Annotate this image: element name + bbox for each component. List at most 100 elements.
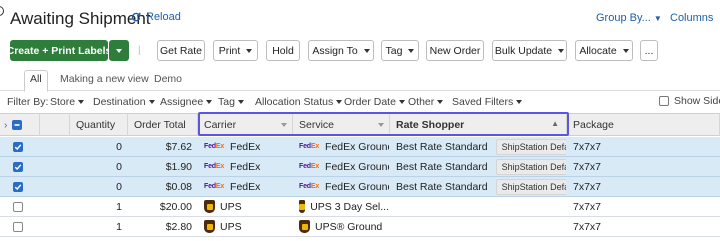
filter-tag[interactable]: Tag [218,96,244,108]
fedex-logo-icon: FedEx [204,183,225,190]
service-cell[interactable]: FedEx FedEx Ground... [299,137,389,156]
filter-destination[interactable]: Destination [93,96,155,108]
fedex-logo-icon: FedEx [204,163,225,170]
header-package[interactable]: Package [567,114,720,136]
header-carrier[interactable]: Carrier [198,114,293,136]
create-print-labels-button[interactable]: Create + Print Labels [7,40,111,61]
shipstation-default-badge: ShipStation Default [495,158,566,175]
filter-store[interactable]: Store [50,96,85,108]
get-rate-button[interactable]: Get Rate [157,40,205,61]
table-row[interactable]: 0 $7.62 FedEx FedEx FedEx FedEx Ground... Best… [0,137,720,157]
new-order-button[interactable]: New Order [426,40,484,61]
group-by-label: Group By... [596,12,651,24]
header-service[interactable]: Service [293,114,390,136]
column-menu-icon[interactable] [281,123,287,127]
header-spacer [40,114,70,136]
header-select-cell: › [0,114,40,136]
rate-shopper-cell[interactable] [396,217,566,236]
carrier-label: FedEx [230,140,261,153]
ups-logo-icon [204,200,215,213]
reload-button[interactable]: Reload [131,11,181,23]
filter-allocation-status-label: Allocation Status [255,96,334,108]
select-all-checkbox[interactable] [12,120,23,130]
fedex-logo-icon: FedEx [299,143,320,150]
order-total-cell: $20.00 [159,200,192,213]
fedex-logo-icon: FedEx [204,143,225,150]
action-toolbar: Create + Print Labels | Get Rate Print H… [0,40,720,64]
assign-to-button[interactable]: Assign To [308,40,374,61]
table-row[interactable]: 0 $1.90 FedEx FedEx FedEx FedEx Ground... Best… [0,157,720,177]
chevron-down-icon: ▼ [653,14,662,23]
tab-making-a-new-view[interactable]: Making a new view [60,73,149,85]
filter-order-date-label: Order Date [344,96,396,108]
rate-shopper-label: Best Rate Standard [396,180,488,193]
service-cell[interactable]: FedEx FedEx Ground... [299,157,389,176]
row-checkbox[interactable] [13,161,23,172]
column-menu-icon[interactable] [378,123,384,127]
page-header: Awaiting Shipment Reload Group By... ▼ C… [0,0,720,38]
rate-shopper-cell[interactable]: Best Rate Standard ShipStation Default [396,137,566,156]
create-print-labels-dropdown[interactable] [109,40,129,61]
tab-all[interactable]: All [30,73,42,85]
rate-shopper-cell[interactable]: Best Rate Standard ShipStation Default [396,157,566,176]
header-quantity-label: Quantity [76,119,116,131]
quantity-cell: 1 [116,220,122,233]
tab-demo[interactable]: Demo [154,73,182,85]
carrier-cell: FedEx FedEx [204,157,292,176]
service-cell[interactable]: UPS® Ground [299,217,389,236]
chevron-down-icon [206,100,213,104]
table-row[interactable]: 1 $2.80 UPS UPS® Ground 7x7x7 [0,217,720,237]
chevron-down-icon [237,100,244,104]
service-cell[interactable]: UPS 3 Day Sel... [299,197,389,216]
order-total-cell: $0.08 [165,180,192,193]
service-label: FedEx Ground... [325,180,389,193]
carrier-label: FedEx [230,180,261,193]
rate-shopper-cell[interactable]: Best Rate Standard ShipStation Default [396,177,566,196]
hold-button[interactable]: Hold [266,40,300,61]
filter-other-label: Other [408,96,435,108]
print-button[interactable]: Print [213,40,258,61]
show-sidebar-toggle[interactable]: Show Sidebar [659,95,720,107]
show-sidebar-checkbox[interactable] [659,96,669,106]
fedex-logo-icon: FedEx [299,163,320,170]
package-cell: 7x7x7 [573,140,602,153]
filter-assignee[interactable]: Assignee [160,96,213,108]
filter-allocation-status[interactable]: Allocation Status [255,96,343,108]
filter-assignee-label: Assignee [160,96,204,108]
chevron-down-icon [622,48,629,53]
carrier-label: UPS [220,220,242,233]
service-cell[interactable]: FedEx FedEx Ground... [299,177,389,196]
expand-chevron-icon[interactable]: › [4,120,7,131]
header-order-total[interactable]: Order Total [128,114,198,136]
columns-button[interactable]: Columns [670,12,713,24]
row-checkbox-cell [13,137,25,156]
reload-icon [131,12,141,22]
view-tabs: All Making a new view Demo [0,70,720,92]
rate-shopper-cell[interactable] [396,197,566,216]
chevron-down-icon [246,48,253,53]
row-checkbox[interactable] [13,221,23,232]
table-row[interactable]: 0 $0.08 FedEx FedEx FedEx FedEx Ground... Best… [0,177,720,197]
header-rate-shopper[interactable]: Rate Shopper ▲ [390,114,567,136]
group-by-dropdown[interactable]: Group By... ▼ [596,12,662,24]
chevron-down-icon [78,100,85,104]
bulk-update-button[interactable]: Bulk Update [492,40,567,61]
row-checkbox[interactable] [13,181,23,192]
allocate-button[interactable]: Allocate [575,40,633,61]
filter-saved-filters[interactable]: Saved Filters [452,96,523,108]
filter-other[interactable]: Other [408,96,444,108]
quantity-cell: 0 [116,160,122,173]
service-label: UPS® Ground [315,220,383,233]
row-checkbox[interactable] [13,141,23,152]
toolbar-separator: | [138,45,141,56]
filter-tag-label: Tag [218,96,235,108]
order-total-cell: $7.62 [165,140,192,153]
tag-button[interactable]: Tag [381,40,419,61]
chevron-down-icon [336,100,343,104]
filter-order-date[interactable]: Order Date [344,96,405,108]
more-actions-button[interactable]: ... [640,40,658,61]
header-quantity[interactable]: Quantity [70,114,128,136]
table-row[interactable]: 1 $20.00 UPS UPS 3 Day Sel... 7x7x7 [0,197,720,217]
sort-ascending-icon[interactable]: ▲ [551,119,559,128]
row-checkbox[interactable] [13,201,23,212]
